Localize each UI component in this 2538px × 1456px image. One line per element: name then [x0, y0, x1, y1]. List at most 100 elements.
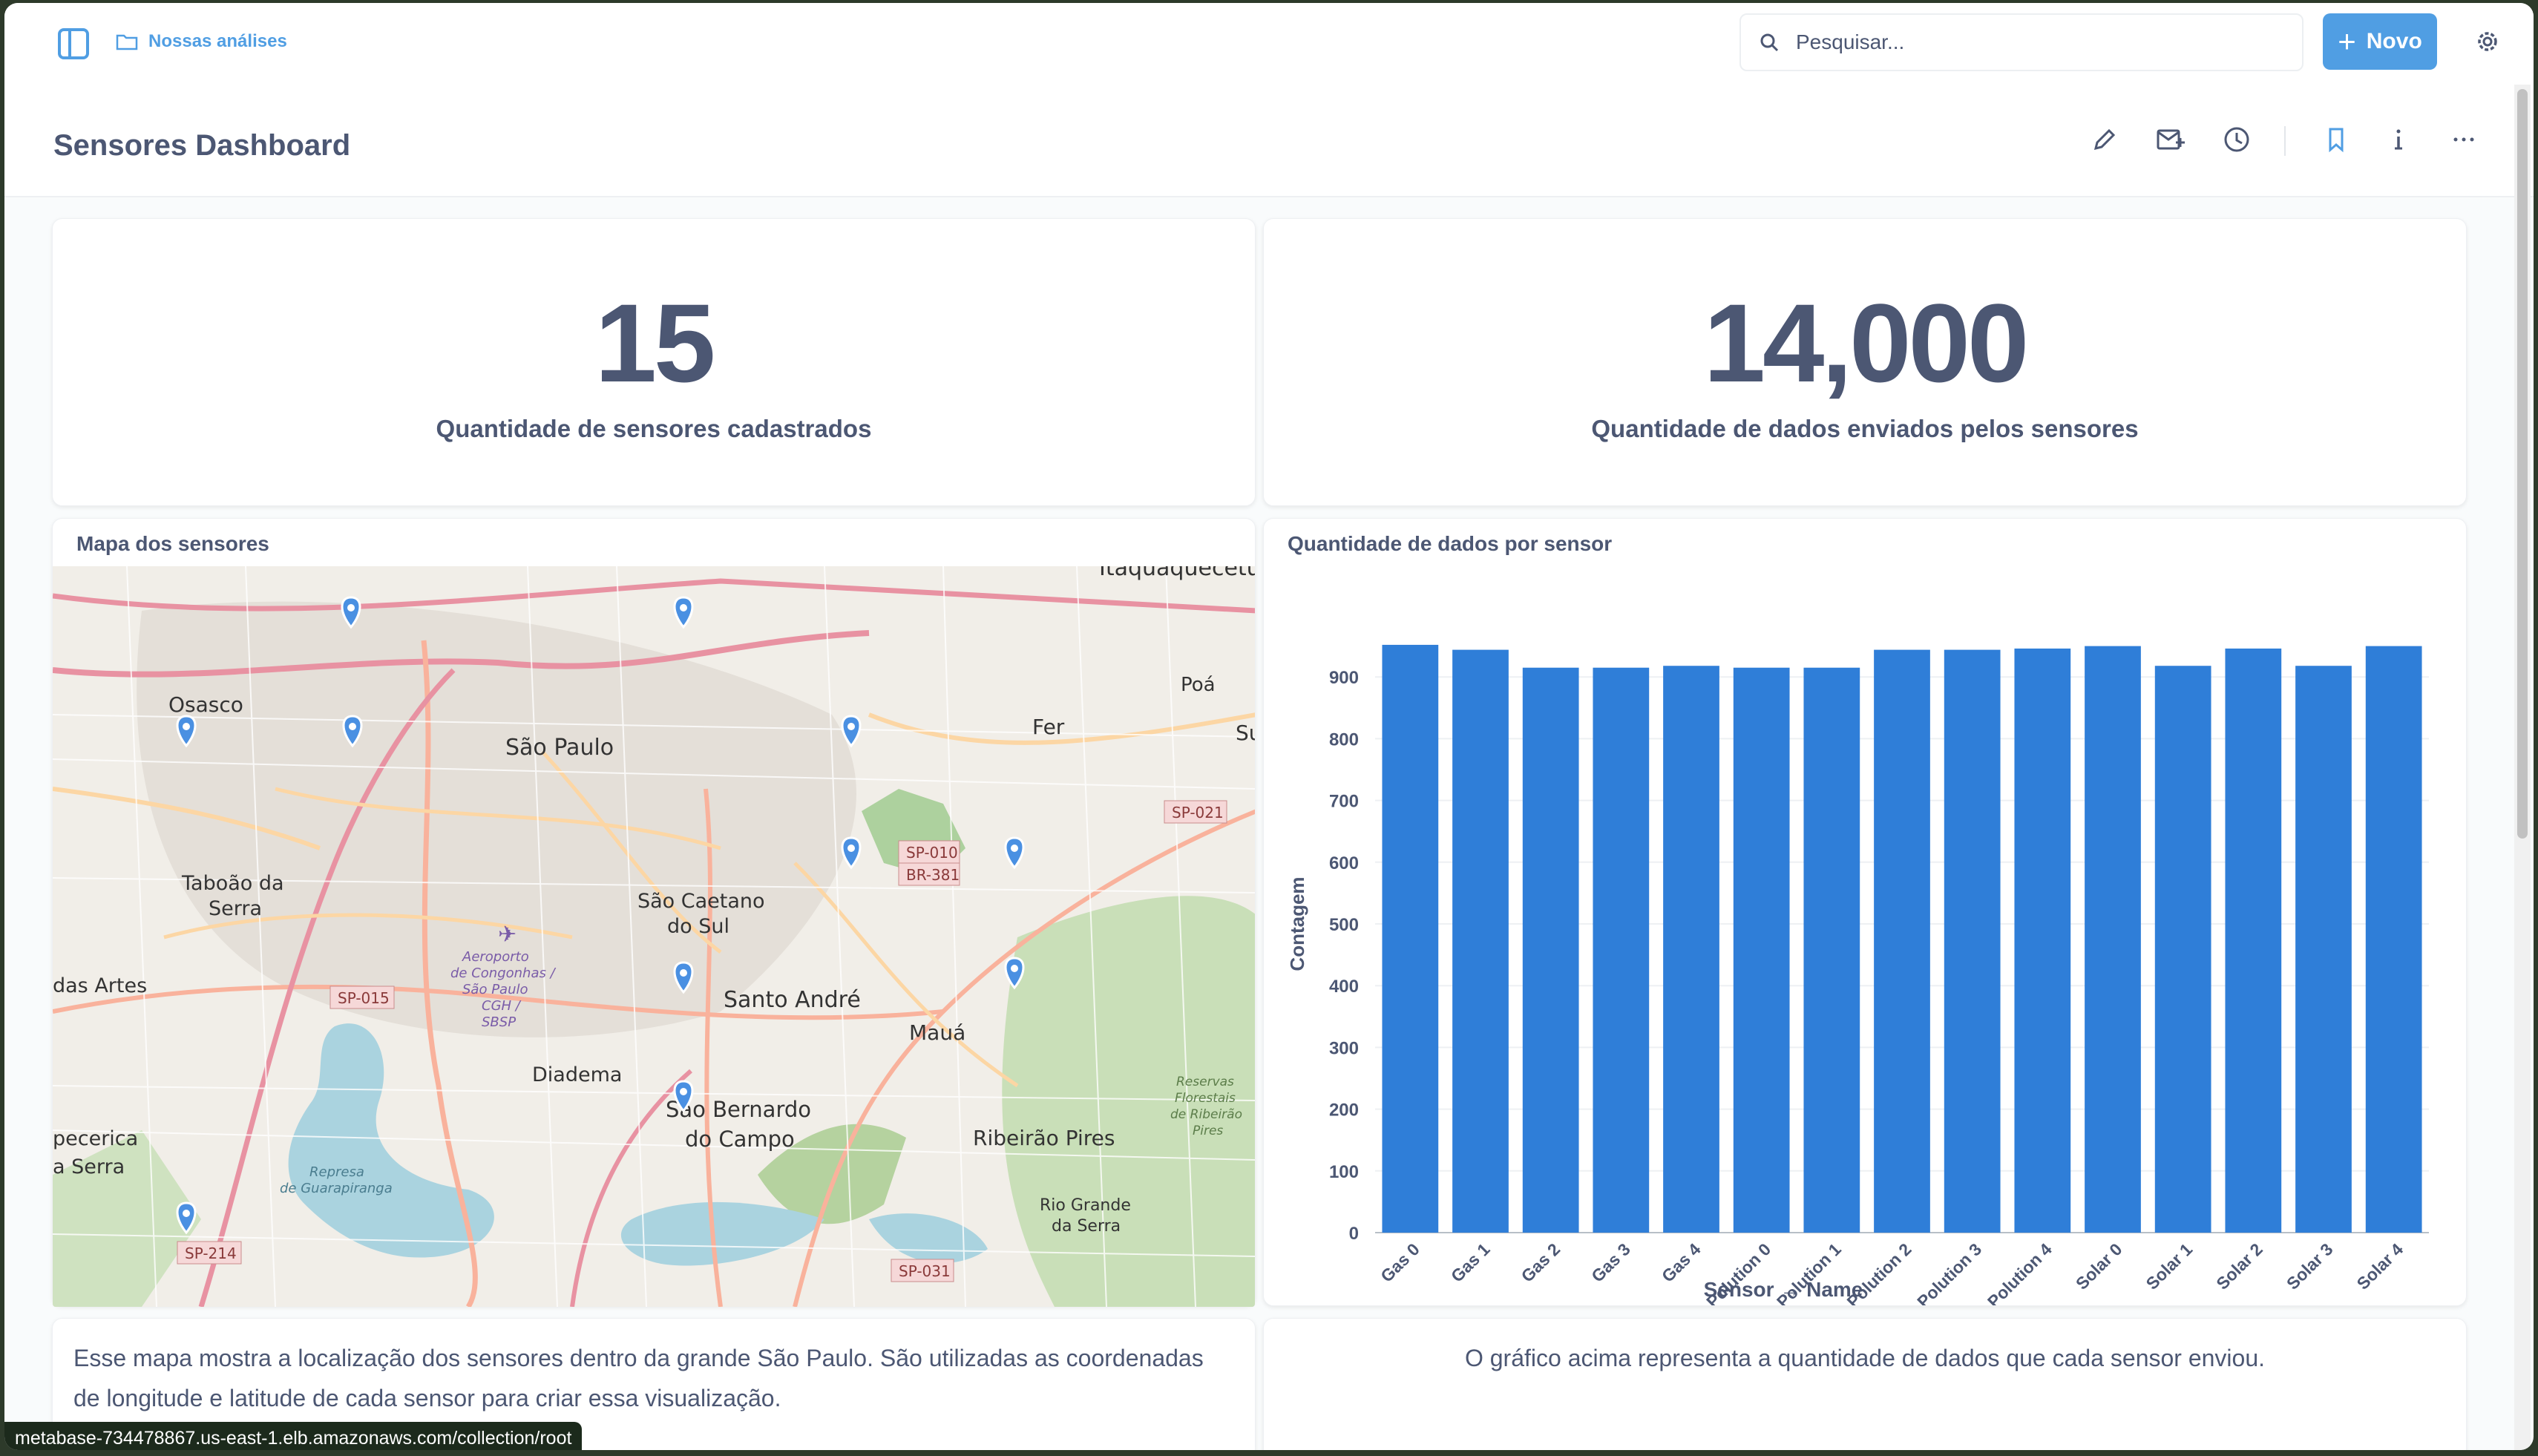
scalar-label: Quantidade de dados enviados pelos senso…	[1591, 415, 2139, 442]
card-title: Mapa dos sensores	[76, 532, 269, 555]
x-tick-label: Solar 3	[2283, 1239, 2337, 1293]
x-tick-label: Gas 2	[1518, 1239, 1564, 1286]
map-label: Pires	[1193, 1124, 1223, 1138]
y-axis-title: Contagem	[1286, 876, 1308, 971]
bar[interactable]	[2014, 648, 2071, 1233]
map-card[interactable]: Mapa dos sensores Itaquaquecetu Osasco S…	[52, 518, 1256, 1307]
bar[interactable]	[2295, 666, 2352, 1233]
y-tick-label: 600	[1329, 853, 1359, 873]
road-shield: SP-021	[1172, 804, 1224, 822]
map-label: Itaquaquecetuba	[1099, 566, 1255, 581]
bar[interactable]	[1803, 667, 1860, 1233]
x-tick-label: Polution 4	[1984, 1239, 2056, 1305]
map-label: São Paulo	[505, 735, 614, 761]
map-description: Esse mapa mostra a localização dos senso…	[73, 1345, 1204, 1411]
map-label: das Artes	[53, 974, 147, 997]
sensor-map[interactable]: Itaquaquecetuba Osasco São Paulo Poá Fer…	[53, 566, 1255, 1307]
map-label: Santo André	[724, 987, 861, 1013]
map-label: Florestais	[1175, 1091, 1236, 1106]
bar[interactable]	[2085, 646, 2141, 1233]
folder-icon	[116, 33, 138, 50]
bar[interactable]	[2365, 646, 2422, 1233]
bar[interactable]	[2225, 648, 2282, 1233]
map-label: Diadema	[532, 1063, 622, 1086]
scalar-label: Quantidade de sensores cadastrados	[436, 415, 872, 442]
map-label: do Campo	[685, 1127, 795, 1152]
subscription-icon[interactable]	[2154, 123, 2186, 156]
chart-description: O gráfico acima representa a quantidade …	[1464, 1345, 2266, 1371]
airport-icon: ✈	[498, 922, 517, 947]
road-shield: SP-031	[899, 1262, 951, 1280]
breadcrumb-collection[interactable]: Nossas análises	[148, 31, 287, 52]
map-label: Su	[1236, 721, 1255, 745]
bar[interactable]	[1874, 649, 1930, 1233]
map-label: Represa	[309, 1164, 364, 1180]
info-icon[interactable]	[2382, 123, 2415, 156]
x-tick-label: Gas 3	[1587, 1239, 1634, 1286]
bar[interactable]	[1522, 667, 1579, 1233]
x-tick-label: Solar 4	[2353, 1239, 2407, 1293]
map-label: São Caetano	[637, 890, 765, 913]
search-input[interactable]	[1796, 30, 2241, 54]
x-tick-label: Solar 2	[2212, 1239, 2266, 1293]
bar[interactable]	[2154, 666, 2211, 1233]
scrollbar[interactable]	[2514, 85, 2531, 1450]
bar[interactable]	[1733, 667, 1790, 1233]
scalar-card-data-count[interactable]: 14,000 Quantidade de dados enviados pelo…	[1263, 218, 2467, 506]
map-label: do Sul	[667, 915, 729, 938]
map-label: da Serra	[1052, 1217, 1121, 1236]
bar[interactable]	[1593, 667, 1650, 1233]
status-url: metabase-734478867.us-east-1.elb.amazona…	[4, 1422, 583, 1450]
breadcrumb[interactable]: Nossas análises	[116, 31, 287, 52]
page-title: Sensores Dashboard	[53, 129, 351, 162]
x-tick-label: Gas 4	[1658, 1239, 1705, 1286]
road-shield: BR-381	[906, 866, 960, 884]
scrollbar-thumb[interactable]	[2517, 89, 2528, 839]
card-title: Quantidade de dados por sensor	[1288, 532, 1613, 555]
road-shield: SP-010	[906, 844, 958, 862]
bookmark-icon[interactable]	[2320, 123, 2352, 156]
gear-icon[interactable]	[2473, 27, 2502, 56]
map-label: Reservas	[1176, 1075, 1234, 1089]
y-tick-label: 0	[1349, 1224, 1359, 1244]
chart-description-card: O gráfico acima representa a quantidade …	[1263, 1318, 2467, 1450]
map-label: Taboão da	[181, 872, 284, 895]
bar[interactable]	[1382, 644, 1439, 1233]
map-label: São Paulo	[462, 982, 528, 997]
map-label: Poá	[1181, 674, 1216, 696]
map-label: Aeroporto	[462, 949, 529, 965]
y-tick-label: 200	[1329, 1101, 1359, 1121]
chart-card[interactable]: Quantidade de dados por sensor 0 100 200 30…	[1263, 518, 2467, 1306]
plus-icon: +	[2338, 24, 2356, 59]
road-shield: SP-015	[338, 989, 390, 1007]
map-label: Mauá	[909, 1020, 965, 1045]
map-label: Rio Grande	[1040, 1196, 1131, 1215]
top-navbar: Nossas análises + Novo	[4, 3, 2534, 85]
y-tick-label: 400	[1329, 977, 1359, 997]
y-tick-label: 700	[1329, 792, 1359, 812]
new-button[interactable]: + Novo	[2323, 13, 2437, 70]
x-axis-title: Sensor → Name	[1704, 1278, 1863, 1301]
x-tick-label: Gas 0	[1377, 1239, 1423, 1286]
history-icon[interactable]	[2220, 123, 2253, 156]
bar[interactable]	[1663, 666, 1719, 1233]
more-options-icon[interactable]	[2447, 123, 2480, 156]
bar[interactable]	[1944, 649, 2001, 1233]
sidebar-toggle-icon[interactable]	[58, 28, 89, 59]
x-tick-label: Solar 1	[2142, 1239, 2197, 1293]
map-label: Ribeirão Pires	[973, 1126, 1115, 1150]
app-window: Nossas análises + Novo Sensores Dashboar…	[4, 3, 2534, 1450]
bar[interactable]	[1452, 649, 1509, 1233]
search-icon	[1760, 33, 1779, 52]
map-canvas[interactable]: Itaquaquecetuba Osasco São Paulo Poá Fer…	[53, 566, 1255, 1307]
map-label: de Congonhas /	[450, 965, 557, 981]
search-bar[interactable]	[1739, 13, 2303, 71]
scalar-value: 15	[594, 281, 716, 405]
bar-chart[interactable]: 0 100 200 300 400 500 600 700 800 900 Gas 0 Gas 1 Ga…	[1264, 563, 2468, 1305]
scalar-value: 14,000	[1703, 281, 2030, 405]
map-label: de Ribeirão	[1170, 1107, 1242, 1122]
map-label: Fer	[1032, 715, 1065, 739]
pencil-icon[interactable]	[2088, 123, 2121, 156]
scalar-card-sensors[interactable]: 15 Quantidade de sensores cadastrados	[52, 218, 1256, 506]
y-tick-label: 500	[1329, 915, 1359, 935]
